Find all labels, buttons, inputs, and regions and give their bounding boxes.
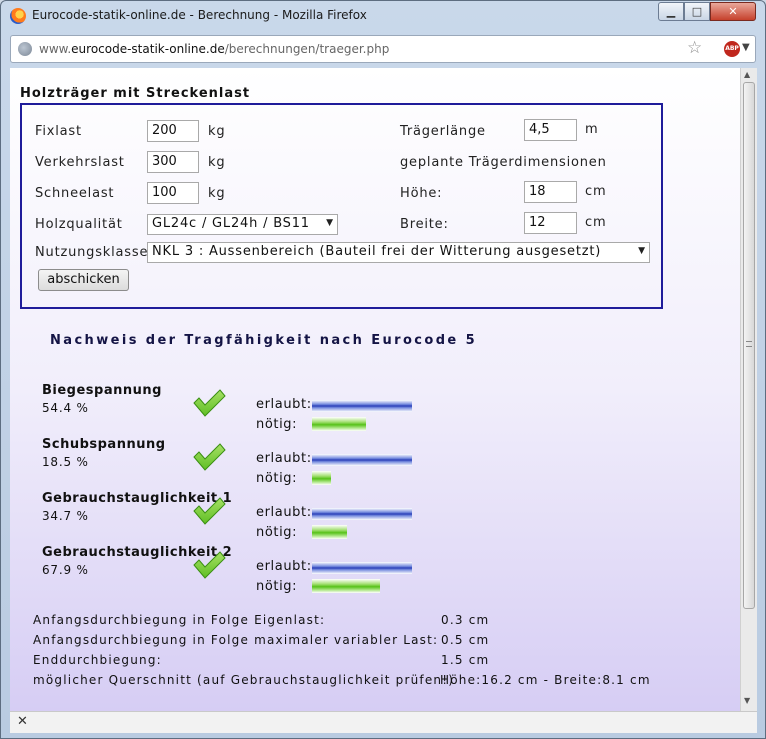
close-button[interactable]: ✕ xyxy=(710,2,756,21)
check-title: Schubspannung xyxy=(42,437,166,452)
bar-allowed xyxy=(312,454,412,466)
window-title: Eurocode-statik-online.de - Berechnung -… xyxy=(32,8,367,22)
address-bar[interactable]: www.eurocode-statik-online.de/berechnung… xyxy=(10,35,756,63)
result-value: 0.3 cm xyxy=(441,613,490,627)
bar-allowed xyxy=(312,508,412,520)
schneelast-unit: kg xyxy=(208,186,226,201)
erlaubt-label: erlaubt: xyxy=(256,451,312,466)
scroll-up-icon[interactable]: ▲ xyxy=(744,70,750,79)
vertical-scrollbar[interactable]: ▲ ▼ xyxy=(740,68,757,711)
breite-input[interactable]: 12 xyxy=(524,212,577,234)
breite-label: Breite: xyxy=(400,217,449,232)
check-mark-icon xyxy=(192,496,226,526)
scroll-down-icon[interactable]: ▼ xyxy=(744,696,750,705)
result-label: Anfangsdurchbiegung in Folge Eigenlast: xyxy=(33,613,326,627)
url-prefix: www. xyxy=(39,42,72,56)
hoehe-input[interactable]: 18 xyxy=(524,181,577,203)
scroll-thumb[interactable] xyxy=(743,82,755,609)
globe-icon xyxy=(18,42,32,56)
bar-allowed xyxy=(312,400,412,412)
traegerlaenge-unit: m xyxy=(585,122,599,137)
result-label: Anfangsdurchbiegung in Folge maximaler v… xyxy=(33,633,439,647)
bar-required xyxy=(312,579,380,593)
holzqualitaet-select[interactable]: GL24c / GL24h / BS11 ▼ xyxy=(147,214,338,235)
chevron-down-icon: ▼ xyxy=(638,246,645,256)
bookmark-star-icon[interactable]: ☆ xyxy=(687,38,702,58)
check-percent: 54.4 % xyxy=(42,401,89,415)
input-form: Fixlast 200 kg Verkehrslast 300 kg Schne… xyxy=(20,103,663,309)
verkehrslast-unit: kg xyxy=(208,155,226,170)
erlaubt-label: erlaubt: xyxy=(256,505,312,520)
bar-required xyxy=(312,471,331,485)
holzqualitaet-label: Holzqualität xyxy=(35,217,123,232)
schneelast-input[interactable]: 100 xyxy=(147,182,199,204)
page-title: Holzträger mit Streckenlast xyxy=(20,86,251,101)
check-mark-icon xyxy=(192,550,226,580)
nutzungsklasse-label: Nutzungsklasse xyxy=(35,245,149,260)
result-label: Enddurchbiegung: xyxy=(33,653,162,667)
chevron-down-icon: ▼ xyxy=(326,218,333,228)
result-label: möglicher Querschnitt (auf Gebrauchstaug… xyxy=(33,673,455,687)
title-bar: Eurocode-statik-online.de - Berechnung -… xyxy=(1,1,765,31)
traegerlaenge-label: Trägerlänge xyxy=(400,124,486,139)
nachweis-heading: Nachweis der Tragfähigkeit nach Eurocode… xyxy=(50,333,478,348)
bar-required xyxy=(312,525,347,539)
traegerlaenge-input[interactable]: 4,5 xyxy=(524,119,577,141)
check-mark-icon xyxy=(192,388,226,418)
fixlast-input[interactable]: 200 xyxy=(147,120,199,142)
url-text[interactable]: www.eurocode-statik-online.de/berechnung… xyxy=(39,42,389,56)
url-path: /berechnungen/traeger.php xyxy=(224,42,390,56)
noetig-label: nötig: xyxy=(256,579,298,594)
noetig-label: nötig: xyxy=(256,417,298,432)
bar-required xyxy=(312,417,366,431)
fixlast-unit: kg xyxy=(208,124,226,139)
status-bar: ✕ xyxy=(10,711,757,733)
result-value: Höhe:16.2 cm - Breite:8.1 cm xyxy=(440,673,651,687)
check-percent: 34.7 % xyxy=(42,509,89,523)
fixlast-label: Fixlast xyxy=(35,124,82,139)
chevron-down-icon[interactable]: ▼ xyxy=(742,42,750,53)
firefox-icon xyxy=(10,8,26,24)
noetig-label: nötig: xyxy=(256,525,298,540)
maximize-button[interactable]: □ xyxy=(684,2,710,21)
check-mark-icon xyxy=(192,442,226,472)
hoehe-label: Höhe: xyxy=(400,186,443,201)
geplante-dimensionen-label: geplante Trägerdimensionen xyxy=(400,155,607,170)
nutzungsklasse-value: NKL 3 : Aussenbereich (Bauteil frei der … xyxy=(152,244,602,259)
result-value: 0.5 cm xyxy=(441,633,490,647)
result-value: 1.5 cm xyxy=(441,653,490,667)
url-domain: eurocode-statik-online.de xyxy=(71,42,225,56)
noetig-label: nötig: xyxy=(256,471,298,486)
nutzungsklasse-select[interactable]: NKL 3 : Aussenbereich (Bauteil frei der … xyxy=(147,242,650,263)
verkehrslast-input[interactable]: 300 xyxy=(147,151,199,173)
submit-button[interactable]: abschicken xyxy=(38,269,129,291)
page-content: Holzträger mit Streckenlast Fixlast 200 … xyxy=(10,68,740,711)
hoehe-unit: cm xyxy=(585,184,607,199)
check-percent: 67.9 % xyxy=(42,563,89,577)
close-icon[interactable]: ✕ xyxy=(17,714,28,729)
erlaubt-label: erlaubt: xyxy=(256,397,312,412)
grip-icon xyxy=(746,341,752,347)
schneelast-label: Schneelast xyxy=(35,186,115,201)
check-title: Biegespannung xyxy=(42,383,162,398)
minimize-button[interactable]: ▁ xyxy=(658,2,684,21)
bar-allowed xyxy=(312,562,412,574)
verkehrslast-label: Verkehrslast xyxy=(35,155,125,170)
adblock-plus-icon[interactable]: ABP xyxy=(724,41,740,57)
browser-window: Eurocode-statik-online.de - Berechnung -… xyxy=(0,0,766,739)
erlaubt-label: erlaubt: xyxy=(256,559,312,574)
check-percent: 18.5 % xyxy=(42,455,89,469)
breite-unit: cm xyxy=(585,215,607,230)
holzqualitaet-value: GL24c / GL24h / BS11 xyxy=(152,216,310,231)
